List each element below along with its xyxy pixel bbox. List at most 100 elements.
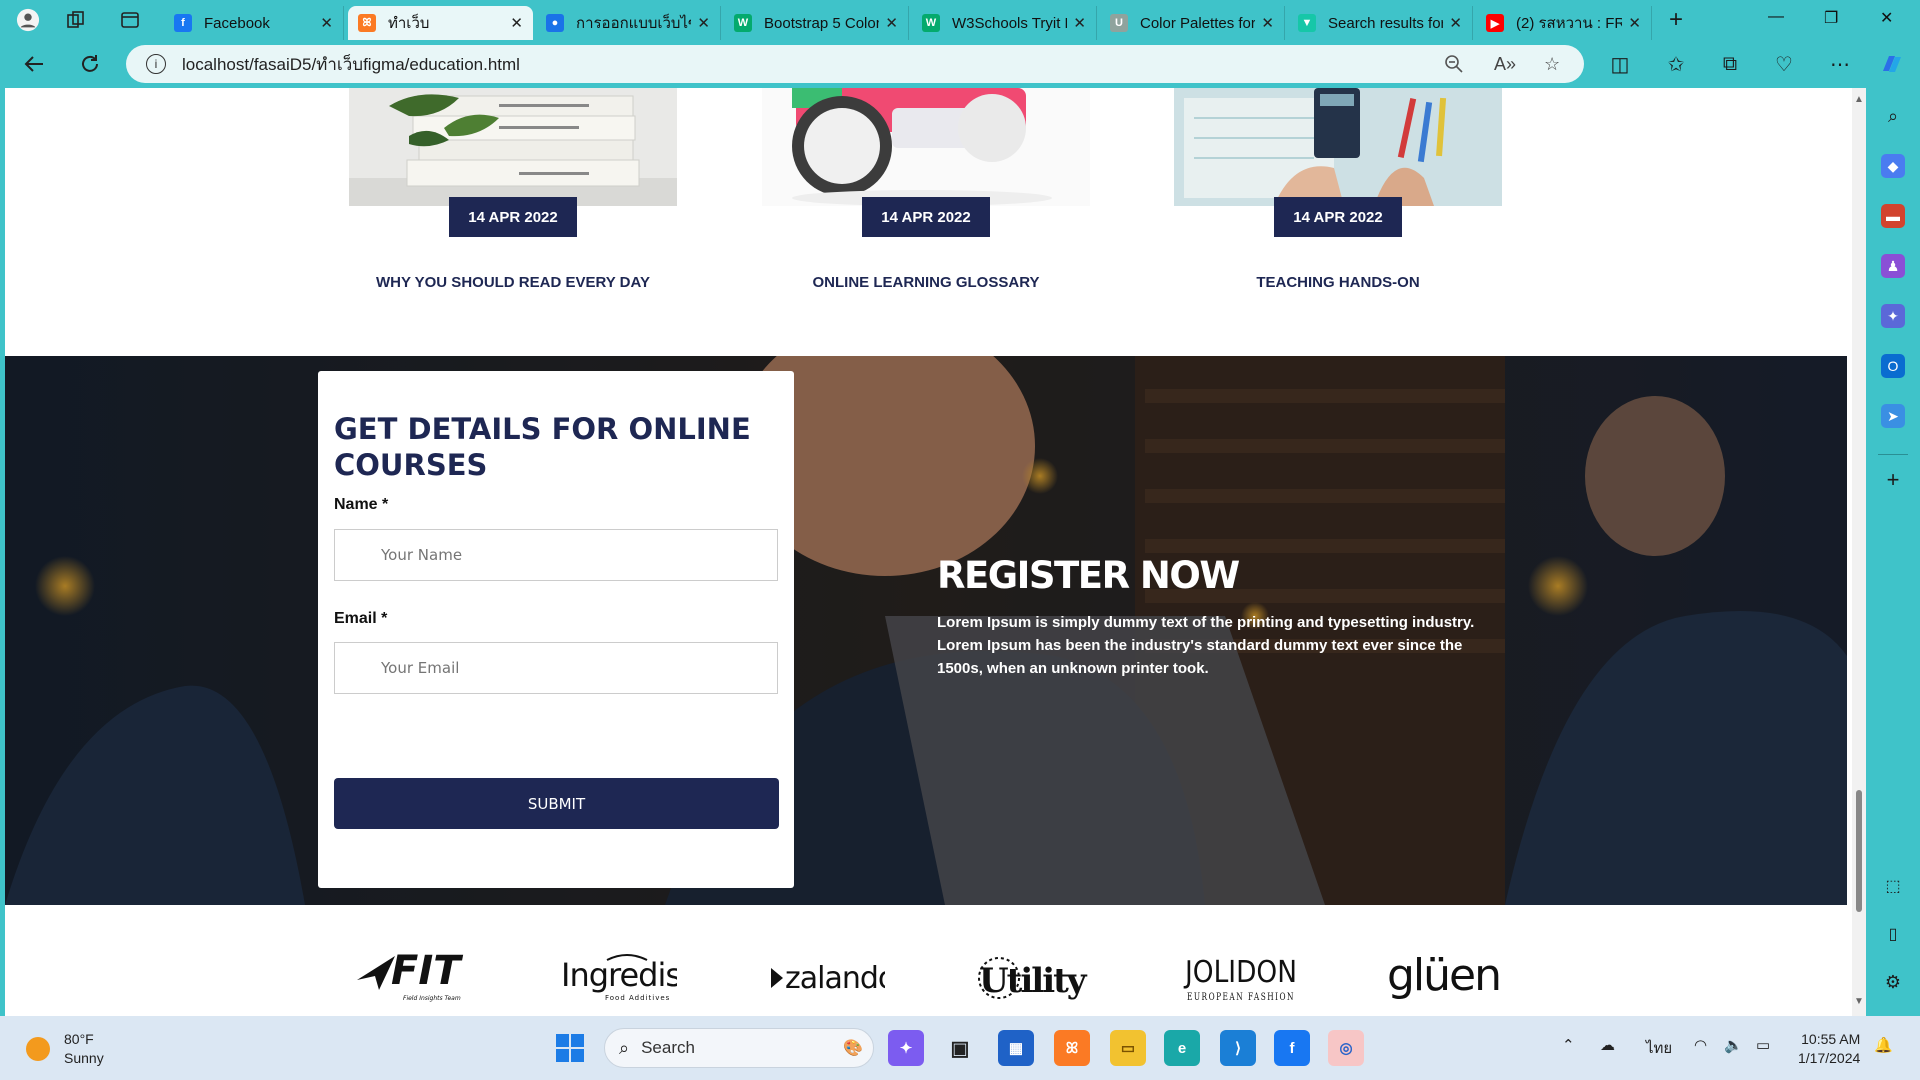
notifications-bell-icon[interactable]: 🔔 bbox=[1874, 1036, 1893, 1054]
browser-essentials-icon[interactable]: ♡ bbox=[1770, 50, 1798, 78]
svg-text:Utility: Utility bbox=[979, 961, 1088, 1001]
hide-sidebar-icon[interactable]: ▯ bbox=[1881, 922, 1905, 946]
close-tab-icon[interactable]: ✕ bbox=[885, 14, 898, 32]
address-bar[interactable]: i localhost/fasaiD5/ทำเว็บfigma/educatio… bbox=[126, 45, 1584, 83]
close-window-icon[interactable]: ✕ bbox=[1880, 8, 1893, 28]
onedrive-icon[interactable]: ☁ bbox=[1600, 1036, 1615, 1054]
svg-text:FIT: FIT bbox=[391, 950, 463, 994]
tools-briefcase-icon[interactable]: ▬ bbox=[1881, 204, 1905, 228]
task-view-icon[interactable]: ▣ bbox=[942, 1030, 978, 1066]
send-icon[interactable]: ➤ bbox=[1881, 404, 1905, 428]
tab-facebook[interactable]: f Facebook ✕ bbox=[164, 6, 344, 40]
tab-title: Facebook bbox=[204, 14, 270, 32]
collections-icon[interactable]: ⧉ bbox=[1716, 50, 1744, 78]
page-scrollbar[interactable]: ▲ ▼ bbox=[1852, 88, 1866, 1016]
partner-logo-jolidon: JOLIDON EUROPEAN FASHION bbox=[1181, 948, 1301, 1008]
facebook-taskbar-icon[interactable]: f bbox=[1274, 1030, 1310, 1066]
settings-gear-icon[interactable]: ⚙ bbox=[1881, 970, 1905, 994]
palette-cup-icon: U bbox=[1110, 14, 1128, 32]
screenshot-icon[interactable]: ⬚ bbox=[1881, 874, 1905, 898]
xampp-taskbar-icon[interactable]: ꕤ bbox=[1054, 1030, 1090, 1066]
close-tab-icon[interactable]: ✕ bbox=[320, 14, 333, 32]
edge-browser-icon[interactable]: e bbox=[1164, 1030, 1200, 1066]
close-tab-icon[interactable]: ✕ bbox=[1261, 14, 1274, 32]
card-title[interactable]: ONLINE LEARNING GLOSSARY bbox=[716, 274, 1136, 291]
read-aloud-icon[interactable]: A» bbox=[1494, 54, 1516, 75]
shopping-tag-icon[interactable]: ◆ bbox=[1881, 154, 1905, 178]
outlook-icon[interactable]: O bbox=[1881, 354, 1905, 378]
sun-icon bbox=[26, 1037, 50, 1061]
more-options-icon[interactable]: ⋯ bbox=[1826, 50, 1854, 78]
vscode-icon[interactable]: ⟩ bbox=[1220, 1030, 1256, 1066]
tab-active-page[interactable]: ꕤ ทำเว็บ ✕ bbox=[348, 6, 533, 40]
partner-logo-fit: FIT Field Insights Team bbox=[355, 948, 475, 1008]
submit-button[interactable]: SUBMIT bbox=[334, 778, 779, 829]
close-tab-icon[interactable]: ✕ bbox=[1449, 14, 1462, 32]
scrollbar-thumb[interactable] bbox=[1856, 790, 1862, 912]
taskbar-search-box[interactable]: ⌕ Search 🎨 bbox=[604, 1028, 874, 1068]
address-url[interactable]: localhost/fasaiD5/ทำเว็บfigma/education.… bbox=[182, 51, 520, 78]
tab-web-design[interactable]: ● การออกแบบเว็บไซต์ ✕ bbox=[536, 6, 721, 40]
games-icon[interactable]: ♟ bbox=[1881, 254, 1905, 278]
card-title[interactable]: WHY YOU SHOULD READ EVERY DAY bbox=[303, 274, 723, 291]
email-input[interactable] bbox=[334, 642, 778, 694]
tab-search-results[interactable]: ▼ Search results for ✕ bbox=[1288, 6, 1473, 40]
copilot-icon[interactable] bbox=[1878, 50, 1906, 78]
file-explorer-icon[interactable]: ▭ bbox=[1110, 1030, 1146, 1066]
svg-text:Ingredis: Ingredis bbox=[561, 956, 677, 994]
tab-title: Search results for bbox=[1328, 14, 1444, 32]
copilot-sidebar-icon[interactable]: ✦ bbox=[1881, 304, 1905, 328]
svg-text:zalando: zalando bbox=[785, 961, 885, 996]
show-hidden-icons[interactable]: ⌃ bbox=[1562, 1036, 1575, 1054]
input-language[interactable]: ไทย bbox=[1646, 1036, 1672, 1060]
workspaces-icon[interactable] bbox=[64, 8, 88, 32]
zoom-icon[interactable] bbox=[1444, 54, 1464, 79]
svg-text:Field Insights Team: Field Insights Team bbox=[403, 995, 461, 1002]
required-mark: * bbox=[381, 610, 388, 627]
taskbar-clock[interactable]: 10:55 AM 1/17/2024 bbox=[1798, 1030, 1860, 1068]
wifi-icon[interactable]: ◠ bbox=[1694, 1036, 1707, 1054]
weather-desc: Sunny bbox=[64, 1050, 104, 1066]
scroll-up-icon[interactable]: ▲ bbox=[1854, 94, 1864, 105]
close-tab-icon[interactable]: ✕ bbox=[510, 14, 523, 32]
battery-icon[interactable]: ▭ bbox=[1756, 1036, 1770, 1054]
sidebar-divider bbox=[1878, 454, 1908, 455]
profile-avatar-icon[interactable] bbox=[16, 8, 40, 32]
card-title[interactable]: TEACHING HANDS-ON bbox=[1128, 274, 1548, 291]
register-now-text: Lorem Ipsum is simply dummy text of the … bbox=[937, 614, 1475, 677]
weather-widget[interactable]: 80°F Sunny bbox=[26, 1030, 104, 1068]
snipping-tool-icon[interactable]: ◎ bbox=[1328, 1030, 1364, 1066]
register-now-title: REGISTER NOW bbox=[937, 554, 1240, 597]
minimize-icon[interactable]: — bbox=[1768, 8, 1784, 26]
tab-color-palettes[interactable]: U Color Palettes for Designers ✕ bbox=[1100, 6, 1285, 40]
svg-text:Food Additives: Food Additives bbox=[605, 994, 670, 1002]
windows-start-icon[interactable] bbox=[552, 1030, 588, 1066]
card-date-badge: 14 APR 2022 bbox=[449, 197, 577, 237]
volume-icon[interactable]: 🔈 bbox=[1724, 1036, 1743, 1054]
site-info-icon[interactable]: i bbox=[146, 54, 166, 74]
scroll-down-icon[interactable]: ▼ bbox=[1854, 996, 1864, 1007]
tab-w3schools-tryit[interactable]: W W3Schools Tryit Editor ✕ bbox=[912, 6, 1097, 40]
tab-youtube[interactable]: ▶ (2) รสหวาน : FREE ✕ bbox=[1476, 6, 1652, 40]
tab-title: ทำเว็บ bbox=[388, 15, 430, 32]
svg-text:JOLIDON: JOLIDON bbox=[1183, 955, 1297, 990]
close-tab-icon[interactable]: ✕ bbox=[1073, 14, 1086, 32]
favorites-icon[interactable]: ✩ bbox=[1662, 50, 1690, 78]
tab-bootstrap-colors[interactable]: W Bootstrap 5 Colors ✕ bbox=[724, 6, 909, 40]
close-tab-icon[interactable]: ✕ bbox=[697, 14, 710, 32]
triangle-icon: ▼ bbox=[1298, 14, 1316, 32]
add-sidebar-app-icon[interactable]: + bbox=[1881, 467, 1905, 492]
back-icon[interactable] bbox=[20, 50, 48, 78]
tab-actions-icon[interactable] bbox=[118, 8, 142, 32]
new-tab-icon[interactable]: + bbox=[1664, 6, 1688, 33]
favorite-star-icon[interactable]: ☆ bbox=[1544, 54, 1560, 75]
restore-icon[interactable]: ❐ bbox=[1824, 8, 1838, 28]
close-tab-icon[interactable]: ✕ bbox=[1628, 14, 1641, 32]
split-screen-icon[interactable]: ◫ bbox=[1606, 50, 1634, 78]
microsoft-store-icon[interactable]: ▦ bbox=[998, 1030, 1034, 1066]
copilot-preview-icon[interactable]: ✦ bbox=[888, 1030, 924, 1066]
name-input[interactable] bbox=[334, 529, 778, 581]
search-icon[interactable]: ⌕ bbox=[1881, 104, 1905, 128]
edge-sidebar: ⌕ ◆ ▬ ♟ ✦ O ➤ + ⬚ ▯ ⚙ bbox=[1866, 88, 1920, 1016]
refresh-icon[interactable] bbox=[76, 50, 104, 78]
